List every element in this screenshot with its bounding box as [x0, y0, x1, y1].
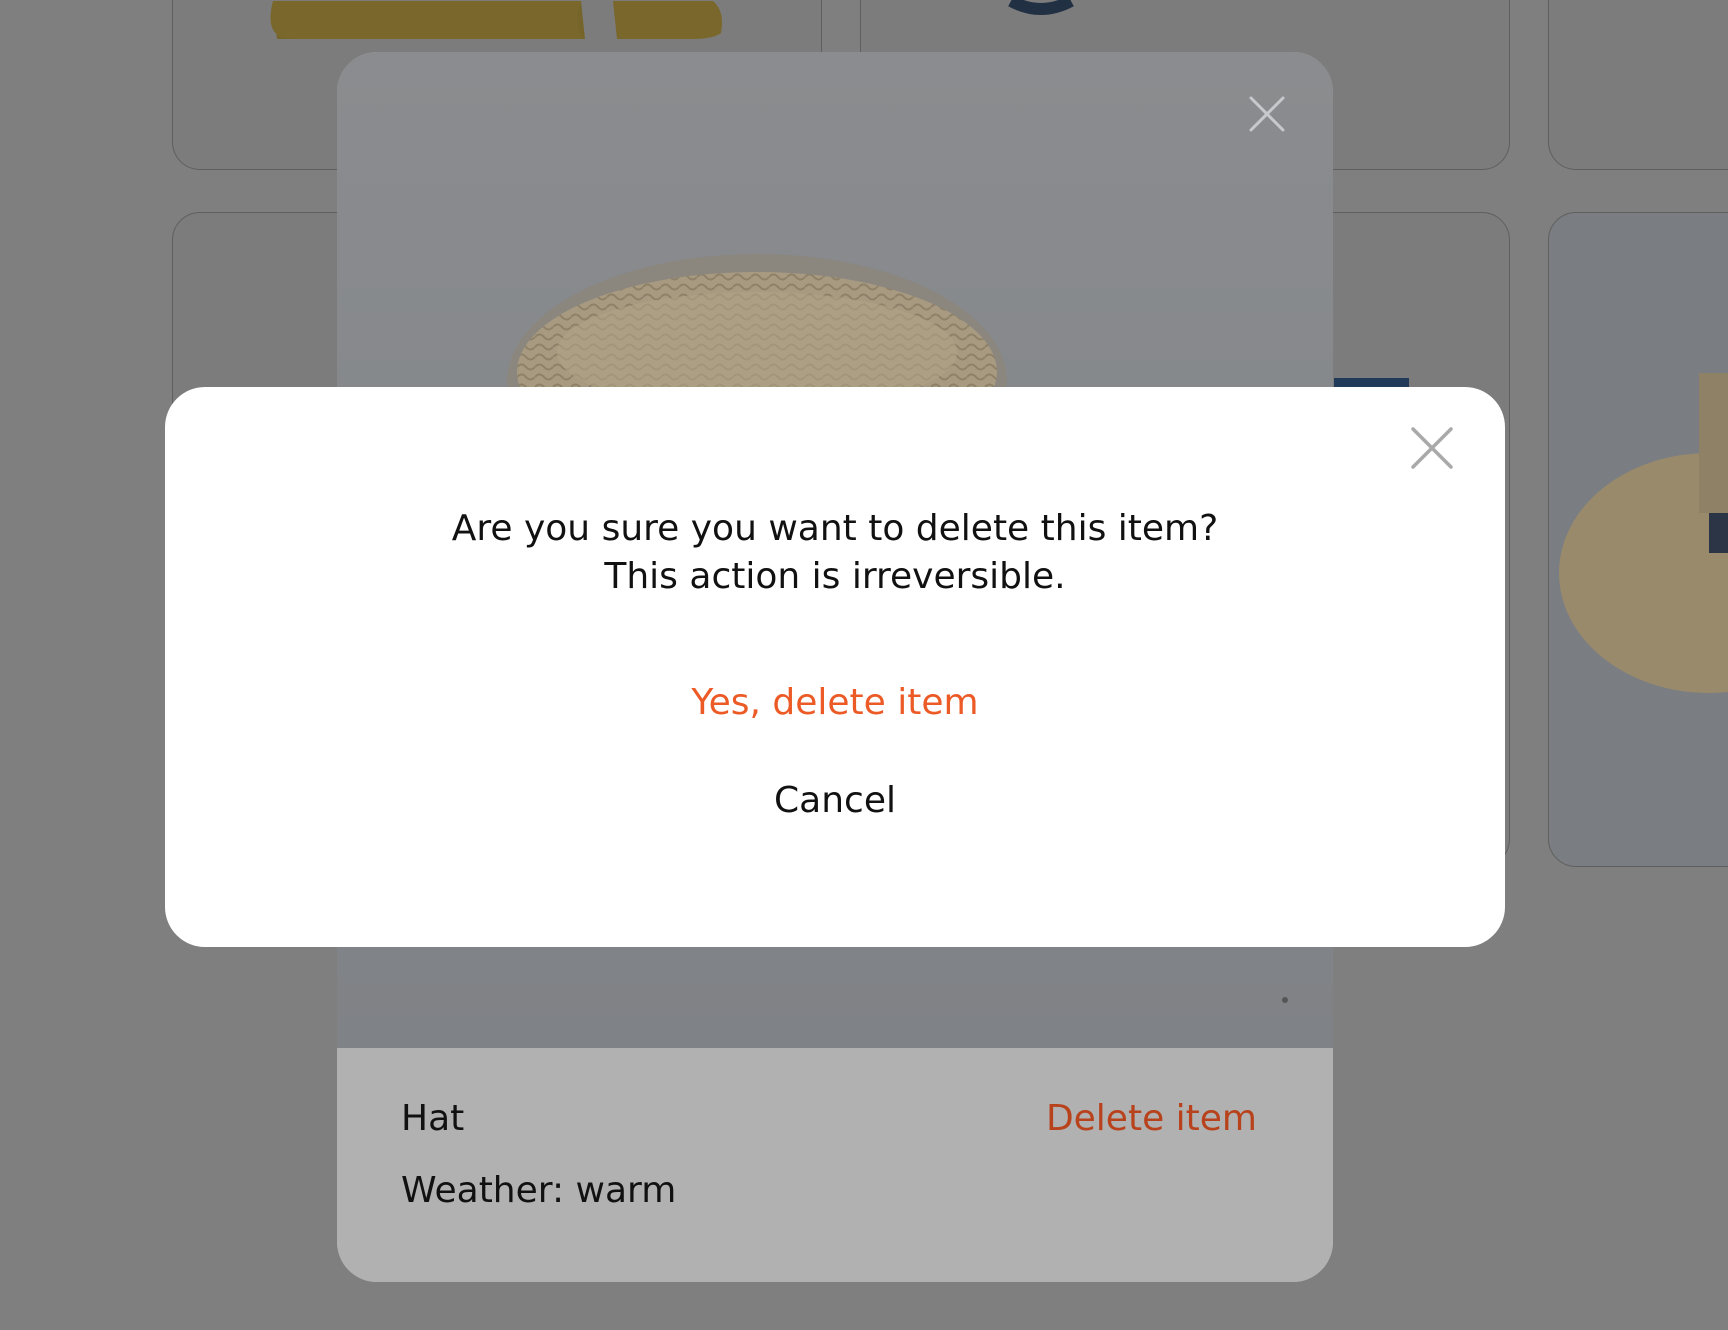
dialog-message: Are you sure you want to delete this ite…: [165, 505, 1505, 601]
dialog-message-line: This action is irreversible.: [604, 556, 1066, 597]
item-modal-close-icon[interactable]: [1247, 94, 1287, 134]
item-info-panel: Hat Weather: warm Delete item: [337, 1048, 1333, 1282]
item-weather: Weather: warm: [401, 1170, 677, 1211]
hat-image: [1559, 373, 1728, 693]
bg-item-card[interactable]: [1548, 0, 1728, 170]
item-name: Hat: [401, 1098, 465, 1139]
delete-confirm-dialog: Are you sure you want to delete this ite…: [165, 387, 1505, 947]
dialog-message-line: Are you sure you want to delete this ite…: [451, 508, 1219, 549]
delete-item-link[interactable]: Delete item: [1046, 1098, 1257, 1139]
dialog-close-icon[interactable]: [1409, 425, 1455, 471]
confirm-delete-button[interactable]: Yes, delete item: [165, 682, 1505, 723]
page: Hat Weather: warm Delete item Are you su…: [0, 0, 1728, 1330]
bg-item-card[interactable]: [1548, 212, 1728, 867]
cancel-button[interactable]: Cancel: [165, 780, 1505, 821]
